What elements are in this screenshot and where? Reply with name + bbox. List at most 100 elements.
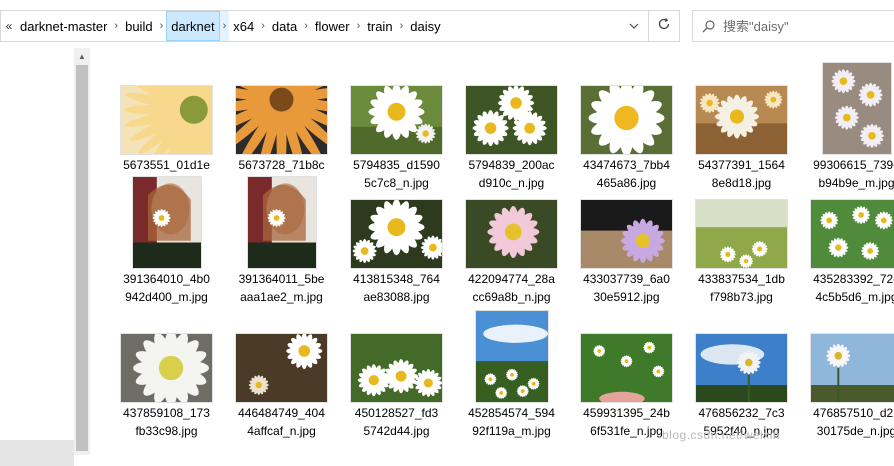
file-item[interactable]: 413815348_764 ae83088.jpg bbox=[339, 171, 454, 304]
image-thumbnail[interactable] bbox=[236, 86, 327, 154]
thumbnail-container bbox=[799, 171, 894, 268]
file-item[interactable]: 433037739_6a0 30e5912.jpg bbox=[569, 171, 684, 304]
file-item[interactable]: 43474673_7bb4 465a86.jpg bbox=[569, 57, 684, 190]
breadcrumb-item-x64[interactable]: x64 bbox=[229, 11, 258, 41]
image-thumbnail[interactable] bbox=[247, 177, 316, 268]
file-item[interactable]: 5794835_d1590 5c7c8_n.jpg bbox=[339, 57, 454, 190]
file-name-label[interactable]: 450128527_fd3 5742d44.jpg bbox=[339, 404, 454, 440]
image-thumbnail[interactable] bbox=[581, 334, 672, 402]
file-view[interactable]: 5673551_01d1ea993e_n.jpg5673728_71b8cb57… bbox=[90, 48, 894, 455]
image-thumbnail[interactable] bbox=[466, 200, 557, 268]
file-name-label[interactable]: 391364011_5be aaa1ae2_m.jpg bbox=[224, 270, 339, 306]
file-item[interactable]: 450128527_fd3 5742d44.jpg bbox=[339, 305, 454, 438]
file-name-line: 452854574_594 bbox=[468, 406, 555, 420]
breadcrumb-item-build[interactable]: build bbox=[121, 11, 156, 41]
address-history-dropdown[interactable] bbox=[619, 11, 648, 41]
navigation-scrollbar[interactable]: ▲ bbox=[74, 48, 90, 455]
breadcrumb-separator-chevron-icon[interactable]: › bbox=[219, 11, 230, 41]
search-input[interactable] bbox=[723, 18, 883, 34]
image-thumbnail[interactable] bbox=[475, 311, 548, 402]
thumbnail-container bbox=[224, 305, 339, 402]
breadcrumb-item-flower[interactable]: flower bbox=[311, 11, 354, 41]
breadcrumb-separator-chevron-icon[interactable]: › bbox=[397, 11, 407, 41]
file-name-label[interactable]: 435283392_72e 4c5b5d6_m.jpg bbox=[799, 270, 894, 306]
image-thumbnail[interactable] bbox=[811, 334, 894, 402]
search-box[interactable] bbox=[692, 10, 894, 42]
thumbnail-container bbox=[109, 305, 224, 402]
image-thumbnail[interactable] bbox=[822, 63, 891, 154]
image-thumbnail[interactable] bbox=[811, 200, 894, 268]
thumbnail-container bbox=[569, 57, 684, 154]
image-thumbnail[interactable] bbox=[466, 86, 557, 154]
breadcrumb-overflow-button[interactable]: « bbox=[2, 19, 16, 33]
image-thumbnail[interactable] bbox=[581, 86, 672, 154]
refresh-button[interactable] bbox=[648, 11, 679, 41]
image-thumbnail[interactable] bbox=[696, 86, 787, 154]
watermark: blog.csdn.net/weixin bbox=[662, 428, 781, 442]
breadcrumb-separator-chevron-icon[interactable]: › bbox=[301, 11, 311, 41]
file-item[interactable]: 435283392_72e 4c5b5d6_m.jpg bbox=[799, 171, 894, 304]
thumbnail-container bbox=[109, 57, 224, 154]
file-item[interactable]: 433837534_1db f798b73.jpg bbox=[684, 171, 799, 304]
breadcrumb-item-data[interactable]: data bbox=[268, 11, 301, 41]
breadcrumb-separator-chevron-icon[interactable]: › bbox=[354, 11, 364, 41]
file-name-label[interactable]: 413815348_764 ae83088.jpg bbox=[339, 270, 454, 306]
file-name-label[interactable]: 476857510_d2b 30175de_n.jpg bbox=[799, 404, 894, 440]
image-thumbnail[interactable] bbox=[351, 334, 442, 402]
file-item[interactable]: 446484749_404 4affcaf_n.jpg bbox=[224, 305, 339, 438]
thumbnail-container bbox=[799, 57, 894, 154]
thumbnail-container bbox=[569, 305, 684, 402]
image-thumbnail[interactable] bbox=[696, 334, 787, 402]
thumbnail-container bbox=[454, 171, 569, 268]
file-item[interactable]: 99306615_739e b94b9e_m.jpg bbox=[799, 57, 894, 190]
nav-selected-item[interactable] bbox=[0, 440, 74, 466]
file-name-label[interactable]: 446484749_404 4affcaf_n.jpg bbox=[224, 404, 339, 440]
breadcrumb-separator-chevron-icon[interactable]: › bbox=[157, 11, 167, 41]
image-thumbnail[interactable] bbox=[696, 200, 787, 268]
image-thumbnail[interactable] bbox=[351, 200, 442, 268]
navigation-pane[interactable] bbox=[0, 48, 74, 466]
file-name-label[interactable]: 433837534_1db f798b73.jpg bbox=[684, 270, 799, 306]
file-item[interactable]: 5673728_71b8cb57eb.jpg bbox=[224, 57, 339, 190]
image-thumbnail[interactable] bbox=[121, 334, 212, 402]
breadcrumb-separator-chevron-icon[interactable]: › bbox=[111, 11, 121, 41]
file-item[interactable]: 476857510_d2b 30175de_n.jpg bbox=[799, 305, 894, 438]
breadcrumb-separator-chevron-icon[interactable]: › bbox=[258, 11, 268, 41]
file-item[interactable]: 391364011_5be aaa1ae2_m.jpg bbox=[224, 171, 339, 304]
search-icon bbox=[693, 19, 723, 33]
file-name-line: 5742d44.jpg bbox=[363, 424, 430, 438]
file-item[interactable]: 437859108_173 fb33c98.jpg bbox=[109, 305, 224, 438]
file-name-line: 30175de_n.jpg bbox=[816, 424, 894, 438]
file-item[interactable]: 476856232_7c3 5952f40_n.jpg bbox=[684, 305, 799, 438]
file-item[interactable]: 54377391_1564 8e8d18.jpg bbox=[684, 57, 799, 190]
file-item[interactable]: 5673551_01d1ea993e_n.jpg bbox=[109, 57, 224, 190]
address-bar[interactable]: « darknet-master › build › darknet › x64 › data ›… bbox=[0, 10, 680, 42]
file-name-label[interactable]: 391364010_4b0 942d400_m.jpg bbox=[109, 270, 224, 306]
breadcrumb-item-daisy[interactable]: daisy bbox=[406, 11, 444, 41]
image-thumbnail[interactable] bbox=[581, 200, 672, 268]
file-name-line: f798b73.jpg bbox=[710, 290, 773, 304]
file-name-label[interactable]: 452854574_594 92f119a_m.jpg bbox=[454, 404, 569, 440]
file-name-line: cc69a8b_n.jpg bbox=[472, 290, 551, 304]
file-item[interactable]: 391364010_4b0 942d400_m.jpg bbox=[109, 171, 224, 304]
image-thumbnail[interactable] bbox=[236, 334, 327, 402]
breadcrumb-item-train[interactable]: train bbox=[363, 11, 396, 41]
file-name-label[interactable]: 433037739_6a0 30e5912.jpg bbox=[569, 270, 684, 306]
file-item[interactable]: 459931395_24b 6f531fe_n.jpg bbox=[569, 305, 684, 438]
image-thumbnail[interactable] bbox=[351, 86, 442, 154]
file-name-label[interactable]: 422094774_28a cc69a8b_n.jpg bbox=[454, 270, 569, 306]
image-thumbnail[interactable] bbox=[132, 177, 201, 268]
file-item[interactable]: 422094774_28a cc69a8b_n.jpg bbox=[454, 171, 569, 304]
breadcrumb-item-darknet-master[interactable]: darknet-master bbox=[16, 11, 111, 41]
breadcrumb-item-darknet[interactable]: darknet bbox=[166, 11, 220, 41]
image-thumbnail[interactable] bbox=[121, 86, 212, 154]
thumbnail-container bbox=[339, 57, 454, 154]
scrollbar-thumb[interactable] bbox=[76, 65, 88, 451]
file-name-label[interactable]: 437859108_173 fb33c98.jpg bbox=[109, 404, 224, 440]
file-name-line: 942d400_m.jpg bbox=[125, 290, 208, 304]
file-item[interactable]: 5794839_200ac d910c_n.jpg bbox=[454, 57, 569, 190]
file-item[interactable]: 452854574_594 92f119a_m.jpg bbox=[454, 305, 569, 438]
scroll-up-arrow-icon[interactable]: ▲ bbox=[74, 48, 90, 64]
refresh-icon bbox=[657, 17, 671, 35]
file-name-line: 391364010_4b0 bbox=[123, 272, 210, 286]
